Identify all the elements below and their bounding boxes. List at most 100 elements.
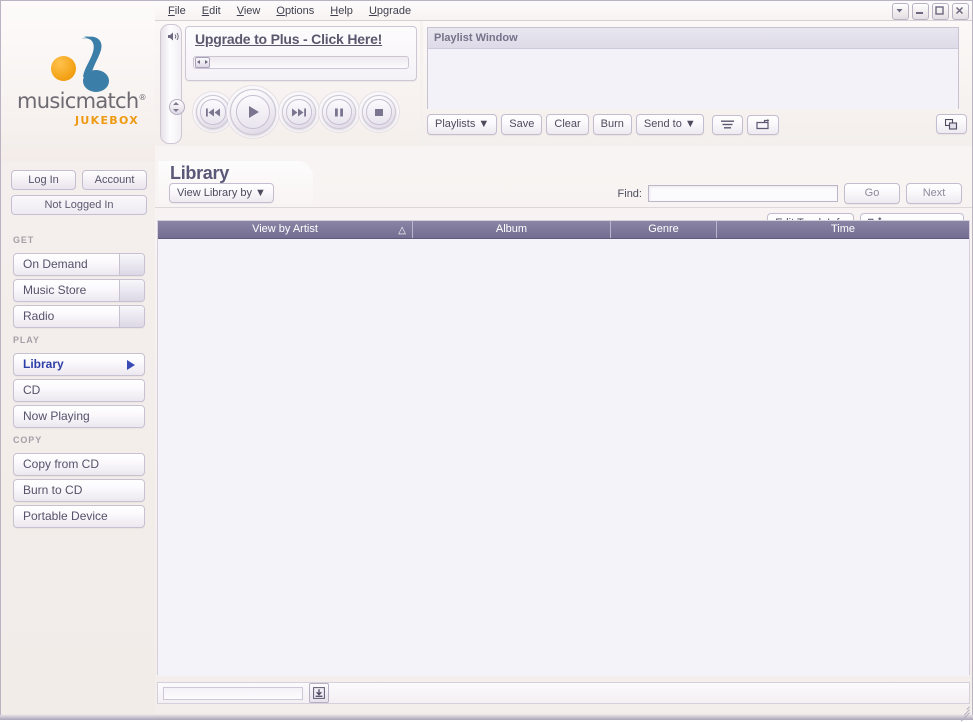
sidebar-item-radio[interactable]: Radio xyxy=(13,305,145,328)
musicmatch-logo: musicmatch® JUKEBOX xyxy=(17,25,147,140)
sidebar-item-library[interactable]: Library xyxy=(13,353,145,376)
add-to-playlist-icon[interactable] xyxy=(746,114,779,135)
library-rows[interactable] xyxy=(158,239,969,676)
sidebar-item-portable-device[interactable]: Portable Device xyxy=(13,505,145,528)
seek-slider[interactable] xyxy=(193,56,409,69)
column-header-artist[interactable]: View by Artist △ xyxy=(158,221,413,238)
close-button[interactable] xyxy=(952,3,969,20)
column-label: Time xyxy=(830,223,856,235)
status-field[interactable] xyxy=(163,686,303,700)
logo-subtitle: JUKEBOX xyxy=(75,114,139,127)
column-label: Album xyxy=(495,223,528,235)
resize-grip[interactable] xyxy=(957,700,971,722)
library-track-list[interactable]: View by Artist △ Album Genre Time xyxy=(157,220,970,676)
find-go-button[interactable]: Go xyxy=(844,183,900,204)
logo-wordmark-text: musicmatch xyxy=(17,89,139,113)
find-row: Find: Go Next xyxy=(618,183,962,204)
section-label-copy: COPY xyxy=(13,435,43,445)
playlist-window[interactable]: Playlist Window xyxy=(427,27,959,109)
find-input[interactable] xyxy=(648,185,838,202)
volume-slider[interactable] xyxy=(160,24,185,144)
upgrade-banner[interactable]: Upgrade to Plus - Click Here! xyxy=(185,26,417,81)
sidebar-item-music-store[interactable]: Music Store xyxy=(13,279,145,302)
main-content: Library View Library by ▼ Find: Go Next … xyxy=(155,146,972,714)
logo-wordmark: musicmatch® xyxy=(17,89,147,113)
sidebar-item-label: Music Store xyxy=(23,283,87,297)
tab-underline xyxy=(155,207,972,208)
playlists-dropdown[interactable]: Playlists ▼ xyxy=(427,114,498,135)
sidebar-item-label: Radio xyxy=(23,309,55,323)
find-label: Find: xyxy=(617,187,642,200)
column-header-genre[interactable]: Genre xyxy=(611,221,717,238)
login-status: Not Logged In xyxy=(11,195,147,215)
column-header-album[interactable]: Album xyxy=(413,221,611,238)
library-tabstrip: Library View Library by ▼ Find: Go Next … xyxy=(155,161,972,237)
send-to-dropdown[interactable]: Send to ▼ xyxy=(635,114,704,135)
stop-button[interactable] xyxy=(362,95,396,129)
pause-button[interactable] xyxy=(322,95,356,129)
play-button[interactable] xyxy=(230,89,276,135)
playlist-options-icon[interactable] xyxy=(711,114,743,135)
play-icon xyxy=(236,95,270,129)
musicmatch-jukebox-window: File Edit View Options Help Upgrade musi… xyxy=(0,0,973,722)
sidebar-item-cd[interactable]: CD xyxy=(13,379,145,402)
previous-track-icon xyxy=(200,99,226,125)
menu-view[interactable]: View xyxy=(229,3,269,19)
column-header-time[interactable]: Time xyxy=(717,221,969,238)
menu-help[interactable]: Help xyxy=(322,3,361,19)
minimize-button[interactable] xyxy=(912,3,929,20)
window-bottom-edge xyxy=(0,715,973,720)
status-message xyxy=(329,682,969,704)
speaker-icon xyxy=(167,31,180,45)
column-label: Genre xyxy=(648,223,679,235)
maximize-button[interactable] xyxy=(932,3,949,20)
next-track-icon xyxy=(286,99,312,125)
upgrade-banner-link[interactable]: Upgrade to Plus - Click Here! xyxy=(195,31,382,47)
stop-icon xyxy=(366,99,392,125)
sidebar-item-label: Now Playing xyxy=(23,409,90,423)
playlist-title: Playlist Window xyxy=(428,28,958,49)
playlist-track-list[interactable] xyxy=(428,49,958,109)
logo-registered-mark: ® xyxy=(138,93,147,102)
rollup-button[interactable] xyxy=(892,3,909,20)
sidebar: Log In Account Not Logged In GET On Dema… xyxy=(1,161,155,714)
chevron-right-icon xyxy=(127,360,135,370)
find-next-button[interactable]: Next xyxy=(906,183,962,204)
previous-track-button[interactable] xyxy=(196,95,230,129)
seek-thumb[interactable] xyxy=(195,57,210,68)
cascade-windows-button[interactable] xyxy=(936,114,967,134)
cascade-windows-icon[interactable] xyxy=(936,114,967,134)
window-controls xyxy=(892,3,969,20)
sidebar-item-on-demand[interactable]: On Demand xyxy=(13,253,145,276)
sort-ascending-icon: △ xyxy=(398,225,406,236)
section-label-play: PLAY xyxy=(13,335,40,345)
sidebar-item-burn-to-cd[interactable]: Burn to CD xyxy=(13,479,145,502)
save-button[interactable]: Save xyxy=(501,114,543,135)
playlist-panel: Playlist Window Playlists ▼ Save Clear B… xyxy=(423,21,973,146)
volume-panel xyxy=(155,21,185,146)
clear-button[interactable]: Clear xyxy=(546,114,589,135)
sidebar-item-label: Library xyxy=(23,357,64,371)
burn-button[interactable]: Burn xyxy=(592,114,632,135)
view-library-by-dropdown[interactable]: View Library by ▼ xyxy=(169,183,274,203)
pause-icon xyxy=(326,99,352,125)
menu-edit[interactable]: Edit xyxy=(194,3,229,19)
account-button[interactable]: Account xyxy=(82,170,147,190)
playlist-toolbar: Playlists ▼ Save Clear Burn Send to ▼ xyxy=(427,114,779,135)
menubar: File Edit View Options Help Upgrade xyxy=(160,3,419,19)
import-icon[interactable] xyxy=(309,683,329,703)
sidebar-item-label: Copy from CD xyxy=(23,457,100,471)
next-track-button[interactable] xyxy=(282,95,316,129)
sidebar-item-now-playing[interactable]: Now Playing xyxy=(13,405,145,428)
volume-thumb[interactable] xyxy=(169,99,185,115)
library-status-bar xyxy=(157,682,970,704)
transport-controls xyxy=(188,83,416,141)
sidebar-item-copy-from-cd[interactable]: Copy from CD xyxy=(13,453,145,476)
sidebar-item-label: CD xyxy=(23,383,41,397)
menu-file[interactable]: File xyxy=(160,3,194,19)
logo-panel: musicmatch® JUKEBOX xyxy=(1,1,155,161)
menu-options[interactable]: Options xyxy=(268,3,322,19)
login-button[interactable]: Log In xyxy=(11,170,76,190)
player-panel: Upgrade to Plus - Click Here! xyxy=(185,21,420,146)
menu-upgrade[interactable]: Upgrade xyxy=(361,3,419,19)
